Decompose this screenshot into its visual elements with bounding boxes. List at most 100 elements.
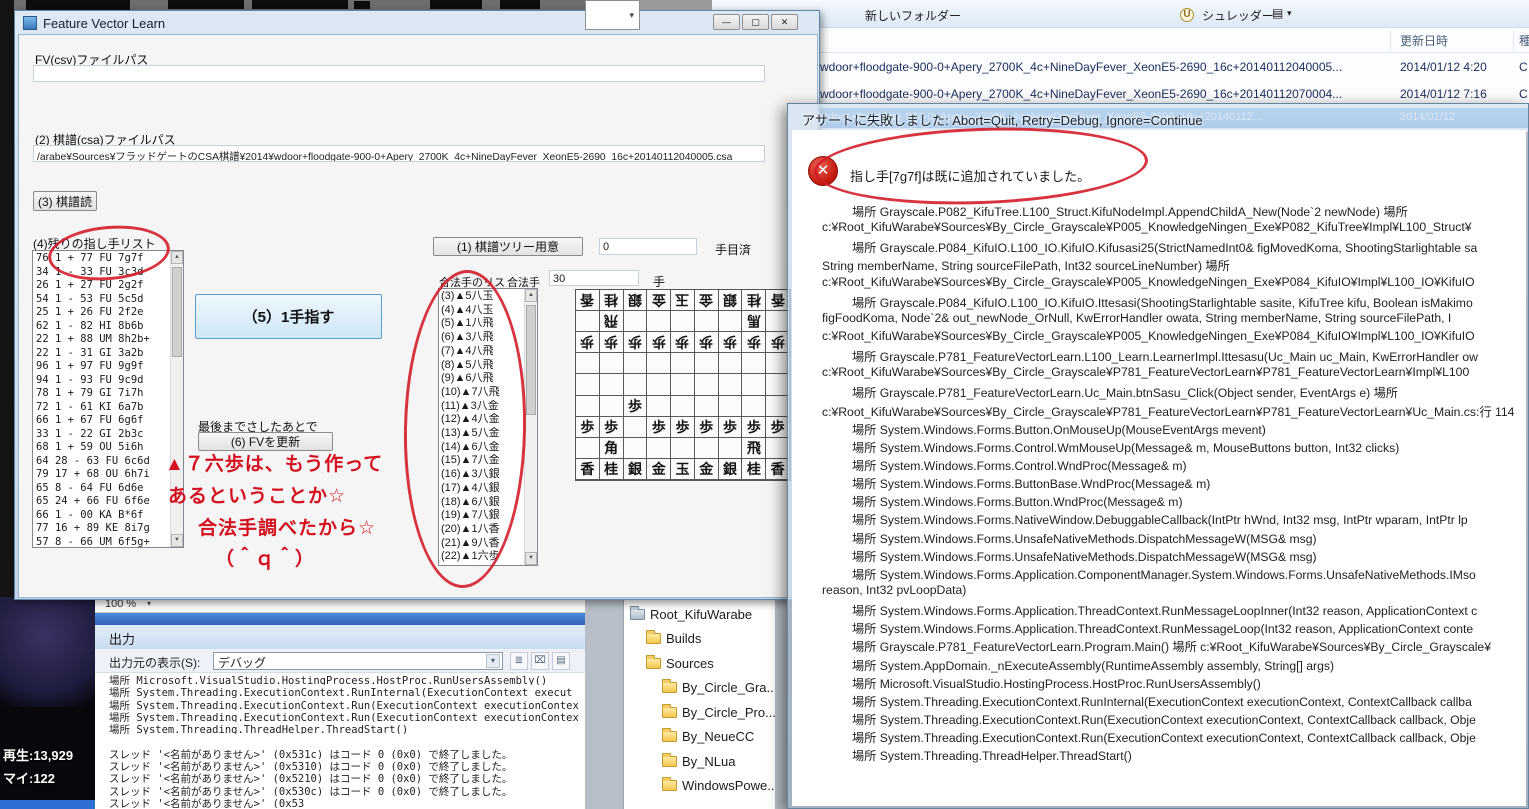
tree-item[interactable]: WindowsPowe... [624, 774, 775, 799]
list-view-icon[interactable]: ▤ [1272, 6, 1283, 20]
shogi-piece: 銀 [723, 292, 738, 308]
column-header-date[interactable]: 更新日時 [1400, 32, 1448, 49]
scroll-down-icon[interactable]: ▼ [171, 534, 183, 547]
legal-move-item[interactable]: (14)▲6八金 [439, 441, 524, 455]
move-list-item[interactable]: 64 28 - 63 FU 6c6d [33, 455, 170, 469]
legal-move-item[interactable]: (20)▲1八香 [439, 523, 524, 537]
column-divider[interactable] [1390, 30, 1391, 52]
scrollbar-thumb[interactable] [526, 305, 536, 415]
legal-move-item[interactable]: (9)▲6八飛 [439, 372, 524, 386]
zoom-caret-icon[interactable]: ▾ [147, 599, 151, 608]
tree-item[interactable]: By_Circle_Gra... [624, 676, 775, 701]
table-row[interactable]: wdoor+floodgate-900-0+Apery_2700K_4c+Nin… [712, 54, 1529, 81]
play-one-move-button[interactable]: （5）1手指す [195, 294, 382, 339]
shogi-piece: 歩 [770, 418, 785, 435]
legal-moves-listbox[interactable]: (3)▲5八玉 (4)▲4八玉 (5)▲1八飛 (6)▲3八飛 (7)▲4八飛 (8)▲5… [438, 288, 538, 566]
toggle-list-button[interactable]: ▤ [552, 652, 570, 670]
explorer-toolbar: 新しいフォルダー U シュレッダー ▤ ▾ [712, 0, 1529, 28]
legal-move-item[interactable]: (18)▲6八銀 [439, 496, 524, 510]
scrollbar-thumb[interactable] [172, 267, 182, 357]
read-kifu-button[interactable]: (3) 棋譜読 [33, 191, 97, 211]
maximize-button[interactable]: ▢ [742, 14, 769, 30]
scrollbar[interactable]: ▲ ▼ [524, 289, 537, 565]
view-caret-icon[interactable]: ▾ [1287, 8, 1292, 19]
column-header-kind[interactable]: 種 [1519, 32, 1529, 49]
tree-item[interactable]: By_Circle_Pro... [624, 700, 775, 725]
move-list-item[interactable]: 25 1 + 26 FU 2f2e [33, 306, 170, 320]
tree-item-label: Root_KifuWarabe [650, 606, 753, 622]
legal-move-item[interactable]: (22)▲1六歩 [439, 550, 524, 564]
move-list-item[interactable]: 76 1 + 77 FU 7g7f [33, 252, 170, 266]
output-source-dropdown[interactable]: デバッグ ▾ [213, 652, 503, 670]
legal-move-item[interactable]: (19)▲7八銀 [439, 509, 524, 523]
legal-move-item[interactable]: (8)▲5八飛 [439, 359, 524, 373]
file-name[interactable]: wdoor+floodgate-900-0+Apery_2700K_4c+Nin… [820, 60, 1342, 74]
move-list-item[interactable]: 57 8 - 66 UM 6f5g+ [33, 536, 170, 548]
tree-item[interactable]: By_NLua [624, 749, 775, 774]
prepare-kifu-tree-button[interactable]: (1) 棋譜ツリー用意 [433, 237, 583, 256]
fv-path-input[interactable] [33, 65, 765, 82]
shredder-button[interactable]: シュレッダー [1202, 7, 1274, 24]
move-list-item[interactable]: 66 1 - 00 KA B*6f [33, 509, 170, 523]
close-button[interactable]: ✕ [771, 14, 798, 30]
tree-item[interactable]: By_NeueCC [624, 725, 775, 750]
move-list-item[interactable]: 68 1 + 59 OU 5i6h [33, 441, 170, 455]
move-list-item[interactable]: 33 1 - 22 GI 2b3c [33, 428, 170, 442]
legal-move-item[interactable]: (15)▲7八金 [439, 454, 524, 468]
tree-item[interactable]: Sources [624, 651, 775, 676]
legal-move-item[interactable]: (16)▲3八銀 [439, 468, 524, 482]
dialog-title[interactable]: アサートに失敗しました: Abort=Quit, Retry=Debug, Ig… [802, 110, 1203, 129]
board-cell: 香 [576, 290, 600, 312]
wrap-lines-button[interactable]: ≣ [510, 652, 528, 670]
move-list-item[interactable]: 72 1 - 61 KI 6a7b [33, 401, 170, 415]
clear-output-button[interactable]: ⌧ [531, 652, 549, 670]
move-list-item[interactable]: 65 24 + 66 FU 6f6e [33, 495, 170, 509]
legal-move-item[interactable]: (6)▲3八飛 [439, 331, 524, 345]
dropdown-caret-icon[interactable]: ▾ [486, 654, 500, 668]
scroll-up-icon[interactable]: ▲ [525, 289, 537, 302]
board-cell [647, 437, 672, 459]
board-cell: 歩 [671, 416, 695, 438]
move-list-item[interactable]: 22 1 + 88 UM 8h2b+ [33, 333, 170, 347]
move-list-item[interactable]: 54 1 - 53 FU 5c5d [33, 293, 170, 307]
column-divider[interactable] [1513, 30, 1514, 52]
file-name[interactable]: wdoor+floodgate-900-0+Apery_2700K_4c+Nin… [820, 87, 1342, 101]
remaining-moves-listbox[interactable]: 76 1 + 77 FU 7g7f 34 1 - 33 FU 3c3d 26 1 +… [32, 250, 184, 548]
legal-move-item[interactable]: (11)▲3八金 [439, 400, 524, 414]
legal-move-item[interactable]: (12)▲4八金 [439, 413, 524, 427]
output-pane-title[interactable]: 出力 [109, 629, 135, 648]
move-list-item[interactable]: 65 8 - 64 FU 6d6e [33, 482, 170, 496]
move-list-item[interactable]: 94 1 - 93 FU 9c9d [33, 374, 170, 388]
move-list-item[interactable]: 78 1 + 79 GI 7i7h [33, 387, 170, 401]
output-text-area[interactable]: 場所 Microsoft.VisualStudio.HostingProcess… [95, 673, 585, 809]
legal-move-item[interactable]: (17)▲4八銀 [439, 482, 524, 496]
move-list-item[interactable]: 62 1 - 82 HI 8b6b [33, 320, 170, 334]
legal-move-item[interactable]: (10)▲7八飛 [439, 386, 524, 400]
shogi-piece: 角 [604, 439, 619, 456]
move-list-item[interactable]: 77 16 + 89 KE 8i7g [33, 522, 170, 536]
move-list-item[interactable]: 79 17 + 68 OU 6h7i [33, 468, 170, 482]
stack-trace-line: 場所 System.Windows.Forms.UnsafeNativeMeth… [852, 531, 1317, 546]
move-list-item[interactable]: 66 1 + 67 FU 6g6f [33, 414, 170, 428]
window-titlebar[interactable]: Feature Vector Learn [23, 15, 165, 31]
tree-item[interactable]: Root_KifuWarabe [624, 602, 775, 627]
legal-move-item[interactable]: (21)▲9八香 [439, 537, 524, 551]
scroll-up-icon[interactable]: ▲ [171, 251, 183, 264]
legal-move-item[interactable]: (7)▲4八飛 [439, 345, 524, 359]
scroll-down-icon[interactable]: ▼ [525, 552, 537, 565]
csa-path-input[interactable]: /arabe¥Sources¥フラッドゲートのCSA棋譜¥2014¥wdoor+… [33, 145, 765, 162]
legal-move-item[interactable]: (4)▲4八玉 [439, 304, 524, 318]
move-list-item[interactable]: 22 1 - 31 GI 3a2b [33, 347, 170, 361]
legal-move-item[interactable]: (3)▲5八玉 [439, 290, 524, 304]
legal-move-item[interactable]: (13)▲5八金 [439, 427, 524, 441]
move-list-item[interactable]: 26 1 + 27 FU 2g2f [33, 279, 170, 293]
minimize-button[interactable]: — [713, 14, 740, 30]
legal-move-count-input[interactable]: 30 [549, 270, 639, 286]
move-list-item[interactable]: 96 1 + 97 FU 9g9f [33, 360, 170, 374]
tree-item[interactable]: Builds [624, 627, 775, 652]
new-folder-button[interactable]: 新しいフォルダー [865, 7, 961, 24]
steps-done-input[interactable]: 0 [599, 238, 697, 255]
move-list-item[interactable]: 34 1 - 33 FU 3c3d [33, 266, 170, 280]
legal-move-item[interactable]: (5)▲1八飛 [439, 317, 524, 331]
board-cell: 歩 [647, 332, 672, 354]
